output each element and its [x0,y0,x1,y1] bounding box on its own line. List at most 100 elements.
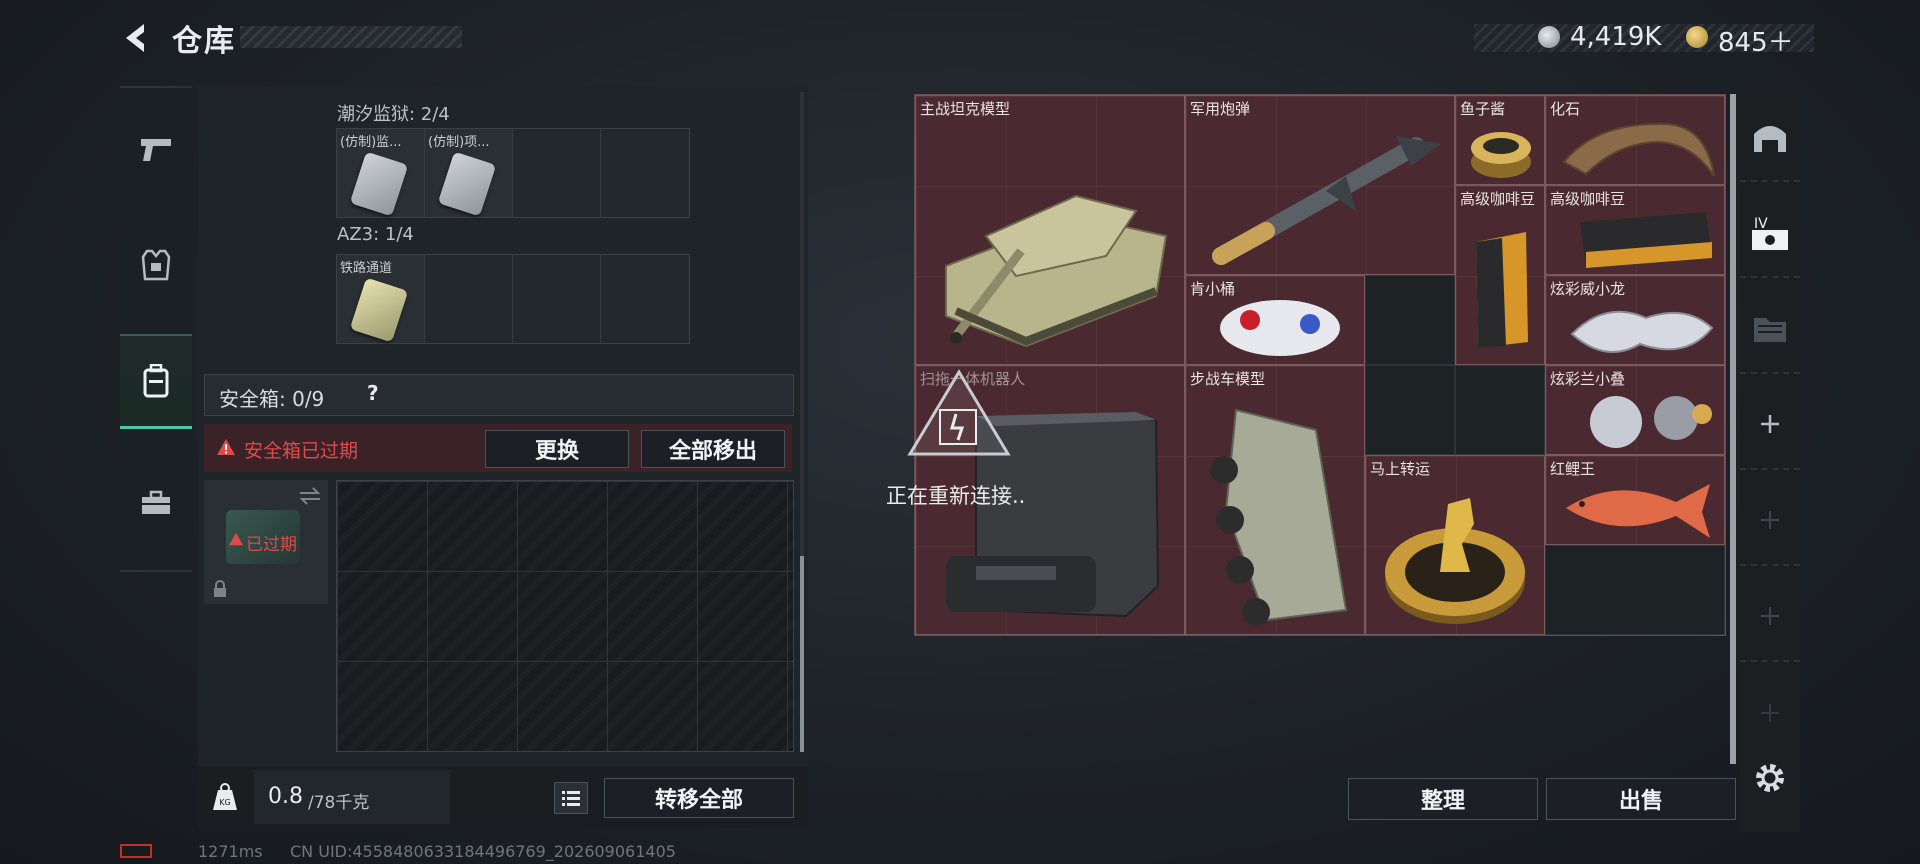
swap-icon [299,487,321,505]
reconnect-icon [907,369,1011,456]
expired-badge: 已过期 [246,535,297,555]
add-stash-button[interactable] [1740,380,1800,470]
stash-item[interactable]: 马上转运 [1365,455,1545,635]
item-name: 鱼子酱 [1460,100,1506,118]
stash-item[interactable]: 步战车模型 [1185,365,1365,635]
stash-item[interactable]: 肯小桶 [1185,275,1365,365]
inventory-slot[interactable] [601,129,689,217]
inventory-slot[interactable] [601,255,689,343]
help-icon[interactable]: ? [367,381,379,405]
slot-item-name: (仿制)项... [428,135,490,150]
gear-icon [1756,764,1784,792]
mech-figure-image [1590,396,1712,448]
stash-item[interactable]: 炫彩威小龙 [1545,275,1725,365]
stash-item[interactable]: 主战坦克模型 [915,95,1185,365]
slot-item-name: 铁路通道 [340,261,393,276]
list-view-button[interactable] [554,782,588,814]
lock-icon [214,580,226,597]
golden-horse-coin-image [1385,498,1525,624]
inventory-slot[interactable]: (仿制)监... [337,129,425,217]
transfer-all-button[interactable]: 转移全部 [604,778,794,818]
title-decoration [240,26,462,48]
stash-item[interactable]: 炫彩兰小叠 [1545,365,1725,455]
right-scrollbar-thumb[interactable] [1730,94,1736,764]
empty-slot[interactable] [1545,545,1725,635]
reconnect-text: 正在重新连接.. [886,484,1026,508]
item-name: 主战坦克模型 [920,100,1011,118]
weight-readout: 0.8 /78千克 [254,770,450,824]
right-nav: IV [1740,92,1800,832]
nav-case[interactable] [120,458,192,548]
inventory-slot[interactable]: 铁路通道 [337,255,425,343]
inventory-slot[interactable] [513,129,601,217]
empty-slot[interactable] [1365,365,1455,455]
replace-button[interactable]: 更换 [485,430,629,468]
item-name: 马上转运 [1370,460,1431,478]
safebox-header: 安全箱: 0/9 ? [204,374,794,416]
item-name: 高级咖啡豆 [1550,190,1626,208]
coffee-bag-image [1580,212,1712,268]
red-carp-image [1566,484,1710,538]
slot-row: (仿制)监... (仿制)项... [336,128,690,218]
empty-slot[interactable] [1365,275,1455,365]
nav-safe-4[interactable]: IV [1740,188,1800,278]
safebox-grid[interactable] [336,480,794,752]
slot-item-name: (仿制)监... [340,135,402,150]
group-label: AZ3: 1/4 [337,224,414,245]
list-icon [562,791,580,806]
bucket-figure-image [1220,300,1340,356]
stash-grid: 主战坦克模型 军用炮弹 鱼子酱 化石 高级咖啡豆 高级咖啡豆 肯小桶 炫彩威小龙… [914,94,1726,636]
stash-item[interactable]: 化石 [1545,95,1725,185]
left-nav [120,86,192,572]
page-title: 仓库 [172,24,236,59]
nav-backpack[interactable] [120,334,192,429]
silver-coin-icon [1538,26,1560,48]
plus-icon [1761,607,1779,625]
add-stash-button[interactable] [1740,476,1800,566]
gold-coin-icon [1686,26,1708,48]
safebox-warning-bar: 安全箱已过期 更换 全部移出 [204,424,792,472]
nav-armor[interactable] [120,220,192,310]
nav-stash[interactable] [1740,92,1800,182]
stash-item[interactable]: 军用炮弹 [1185,95,1455,275]
nav-safe-folder[interactable] [1740,284,1800,374]
back-button[interactable] [118,20,154,56]
settings-button[interactable] [1752,760,1788,800]
dragon-figure-image [1570,310,1714,353]
document-item-icon [437,151,497,217]
caviar-tin-image [1471,132,1531,178]
ping-text: 1271ms [198,842,263,861]
stash-item[interactable]: 鱼子酱 [1455,95,1545,185]
plus-icon [1761,704,1779,722]
stash-item[interactable]: 红鲤王 [1545,455,1725,545]
inventory-slot[interactable]: (仿制)项... [425,129,513,217]
pistol-icon [141,139,171,161]
safebox-card[interactable]: 已过期 [204,480,328,604]
stash-tent-icon [1754,126,1786,152]
left-scrollbar-thumb[interactable] [800,556,804,752]
folder-icon [1754,318,1786,342]
empty-slot[interactable] [1455,365,1545,455]
sort-button[interactable]: 整理 [1348,778,1538,820]
svg-text:IV: IV [1754,216,1768,232]
stash-item[interactable]: 高级咖啡豆 [1455,185,1545,365]
stash-item[interactable]: 高级咖啡豆 [1545,185,1725,275]
sell-button[interactable]: 出售 [1546,778,1736,820]
move-all-out-button[interactable]: 全部移出 [641,430,785,468]
add-stash-button[interactable] [1740,668,1800,758]
gold-amount[interactable]: 845＋ [1718,22,1794,59]
backpack-icon [143,364,169,398]
weight-max: /78千克 [308,793,370,813]
ifv-model-image [1210,408,1348,626]
item-name: 步战车模型 [1190,370,1266,388]
missile-image [1212,136,1441,265]
nav-weapons[interactable] [120,104,192,194]
plus-icon [1761,415,1779,433]
uid-text: CN UID:4558480633184496769_202609061405 [290,842,676,861]
inventory-slot[interactable] [513,255,601,343]
safebox-label: 安全箱: 0/9 [219,387,325,411]
armor-vest-icon [141,249,171,281]
weight-bar: KG 0.8 /78千克 转移全部 [198,766,808,828]
add-stash-button[interactable] [1740,572,1800,662]
inventory-slot[interactable] [425,255,513,343]
